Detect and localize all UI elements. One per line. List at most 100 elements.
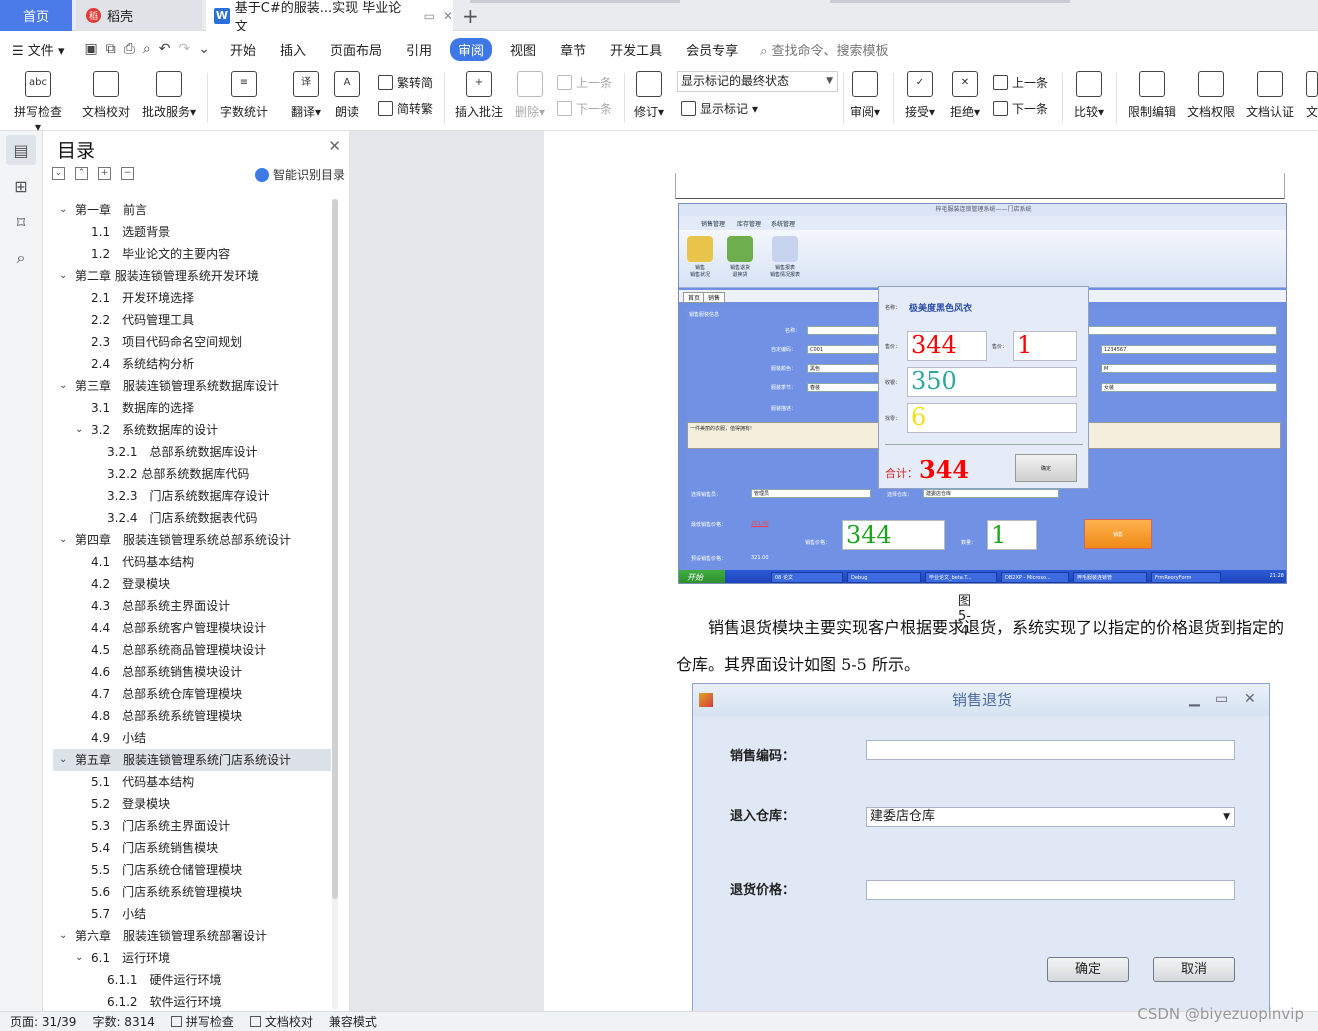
toc-item[interactable]: 5.2 登录模块 [53,793,331,815]
page-indicator[interactable]: 页面: 31/39 [0,1013,82,1030]
menu-layout[interactable]: 页面布局 [318,40,394,59]
tab-document[interactable]: W 基于C#的服装...实现 毕业论文 ▭ ✕ [206,0,453,35]
toc-item[interactable]: ⌄ 第六章 服装连锁管理系统部署设计 [53,925,331,947]
toc-item[interactable]: 3.1 数据库的选择 [53,397,331,419]
collapse-all-icon[interactable]: ⌄ [52,167,65,180]
search-icon[interactable]: ⌕ [6,243,36,273]
toc-item[interactable]: 4.2 登录模块 [53,573,331,595]
toc-item[interactable]: ⌄ 第一章 前言 [53,199,331,221]
toc-scrollbar[interactable] [332,199,338,1009]
show-markup-button[interactable]: 显示标记 ▾ [681,100,758,117]
remove-heading-icon[interactable]: − [121,167,134,180]
expand-all-icon[interactable]: ⌃ [75,167,88,180]
toc-item[interactable]: 4.3 总部系统主界面设计 [53,595,331,617]
toc-item[interactable]: ⌄ 6.1 运行环境 [53,947,331,969]
word-count-indicator[interactable]: 字数: 8314 [82,1013,160,1030]
toc-item[interactable]: 6.1.1 硬件运行环境 [53,969,331,991]
toc-item[interactable]: 4.9 小结 [53,727,331,749]
save-icon[interactable]: ▣ [84,41,97,57]
redo-icon[interactable]: ↷ [179,41,191,57]
doc-cert-button[interactable]: 文档认证 [1245,71,1295,120]
chevron-down-icon[interactable]: ⌄ [59,925,67,947]
toc-item[interactable]: ⌄ 第四章 服装连锁管理系统总部系统设计 [53,529,331,551]
accept-button[interactable]: ✓ 接受▾ [903,71,937,120]
track-changes-button[interactable]: 修订▾ [632,71,666,120]
add-heading-icon[interactable]: + [98,167,111,180]
review-service-button[interactable]: 批改服务▾ [140,71,198,120]
menu-reference[interactable]: 引用 [394,40,444,59]
menu-start[interactable]: 开始 [218,40,268,59]
ribbon-overflow-button[interactable]: 文 [1306,71,1318,120]
toc-item[interactable]: 1.2 毕业论文的主要内容 [53,243,331,265]
spell-check-toggle[interactable]: 拼写检查 [161,1013,240,1030]
doc-proof-toggle[interactable]: 文档校对 [240,1013,319,1030]
print-preview-icon[interactable]: ⌕ [143,41,151,57]
toc-item[interactable]: 2.4 系统结构分析 [53,353,331,375]
spell-check-button[interactable]: abc 拼写检查▾ [12,71,64,134]
word-count-button[interactable]: ≡ 字数统计 [218,71,270,120]
toc-item[interactable]: 3.2.1 总部系统数据库设计 [53,441,331,463]
chevron-down-icon[interactable]: ⌄ [59,265,67,287]
tab-daoke[interactable]: 稻 稻壳 [76,0,202,31]
toc-item[interactable]: 2.2 代码管理工具 [53,309,331,331]
next-change-button[interactable]: 下一条 [993,100,1048,117]
toc-item[interactable]: 5.5 门店系统仓储管理模块 [53,859,331,881]
toc-item[interactable]: 4.8 总部系统系统管理模块 [53,705,331,727]
export-icon[interactable]: ⧉ [106,41,116,57]
toc-item[interactable]: ⌄ 第二章 服装连锁管理系统开发环境 [53,265,331,287]
toc-item[interactable]: 3.2.4 门店系统数据表代码 [53,507,331,529]
new-tab-icon[interactable]: + [462,4,479,28]
next-comment-button[interactable]: 下一条 [557,100,612,117]
toc-item[interactable]: 4.5 总部系统商品管理模块设计 [53,639,331,661]
bookmark-icon[interactable]: ⌑ [6,207,36,237]
toc-item[interactable]: 5.1 代码基本结构 [53,771,331,793]
doc-permission-button[interactable]: 文档权限 [1186,71,1236,120]
to-simplified-button[interactable]: 简转繁 [378,100,433,117]
undo-icon[interactable]: ↶ [159,41,171,57]
tab-pin-icon[interactable]: ▭ [424,9,435,23]
toc-item[interactable]: 6.1.2 软件运行环境 [53,991,331,1013]
prev-comment-button[interactable]: 上一条 [557,74,612,91]
toc-panel-icon[interactable]: ▤ [6,135,36,165]
reject-button[interactable]: ✕ 拒绝▾ [948,71,982,120]
toc-item[interactable]: ⌄ 第五章 服装连锁管理系统门店系统设计 [53,749,331,771]
prev-change-button[interactable]: 上一条 [993,74,1048,91]
quick-access-more-icon[interactable]: ⌄ [198,41,210,57]
toc-item[interactable]: 4.4 总部系统客户管理模块设计 [53,617,331,639]
menu-devtools[interactable]: 开发工具 [598,40,674,59]
toc-scroll-thumb[interactable] [332,199,338,899]
file-menu[interactable]: ☰ 文件 ▾ [0,40,76,59]
menu-review[interactable]: 审阅 [450,37,493,61]
toc-item[interactable]: 1.1 选题背景 [53,221,331,243]
chapter-nav-icon[interactable]: ⊞ [6,171,36,201]
review-pane-button[interactable]: 审阅▾ [848,71,882,120]
toc-item[interactable]: 5.3 门店系统主界面设计 [53,815,331,837]
chevron-down-icon[interactable]: ⌄ [59,529,67,551]
toc-item[interactable]: 4.7 总部系统仓库管理模块 [53,683,331,705]
toc-item[interactable]: 3.2.2 总部系统数据库代码 [53,463,331,485]
toc-item[interactable]: ⌄ 第三章 服装连锁管理系统数据库设计 [53,375,331,397]
toc-item[interactable]: 5.4 门店系统销售模块 [53,837,331,859]
command-search[interactable]: ⌕ 查找命令、搜索模板 [760,40,888,59]
translate-button[interactable]: 译翻译▾ [288,71,324,120]
menu-chapter[interactable]: 章节 [548,40,598,59]
close-icon[interactable]: ✕ [328,137,341,155]
doc-proof-button[interactable]: 文档校对 [80,71,132,120]
chevron-down-icon[interactable]: ⌄ [59,749,67,771]
toc-item[interactable]: 5.6 门店系统系统管理模块 [53,881,331,903]
toc-item[interactable]: 4.6 总部系统销售模块设计 [53,661,331,683]
toc-item[interactable]: ⌄ 3.2 系统数据库的设计 [53,419,331,441]
chevron-down-icon[interactable]: ⌄ [59,375,67,397]
print-icon[interactable]: ⎙ [124,41,135,57]
to-traditional-button[interactable]: 繁转简 [378,74,433,91]
smart-toc-button[interactable]: 智能识别目录 [254,166,345,183]
markup-state-select[interactable]: 显示标记的最终状态 ▼ [677,71,838,92]
menu-view[interactable]: 视图 [498,40,548,59]
delete-comment-button[interactable]: 删除▾ [512,71,548,120]
tab-home[interactable]: 首页 [0,0,72,31]
tab-close-icon[interactable]: ✕ [443,9,453,23]
menu-insert[interactable]: 插入 [268,40,318,59]
read-aloud-button[interactable]: A 朗读 [332,71,362,120]
chevron-down-icon[interactable]: ⌄ [59,199,67,221]
chevron-down-icon[interactable]: ⌄ [75,947,83,969]
